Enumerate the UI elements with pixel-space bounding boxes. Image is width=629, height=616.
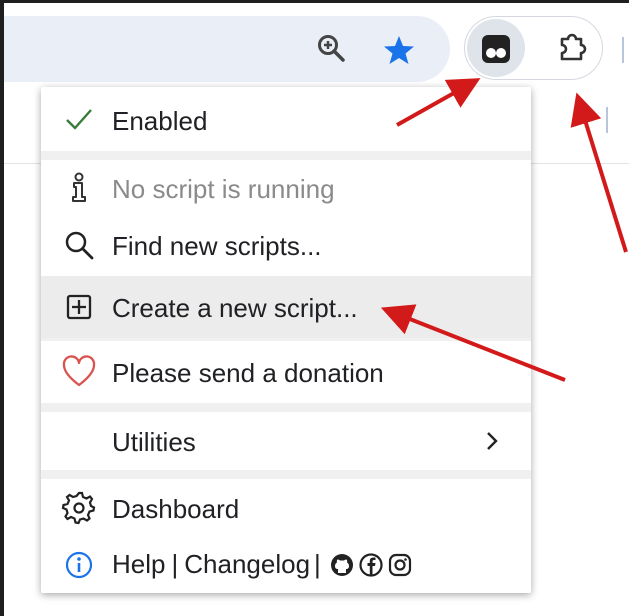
annotation-arrow-create-script [380,304,566,382]
